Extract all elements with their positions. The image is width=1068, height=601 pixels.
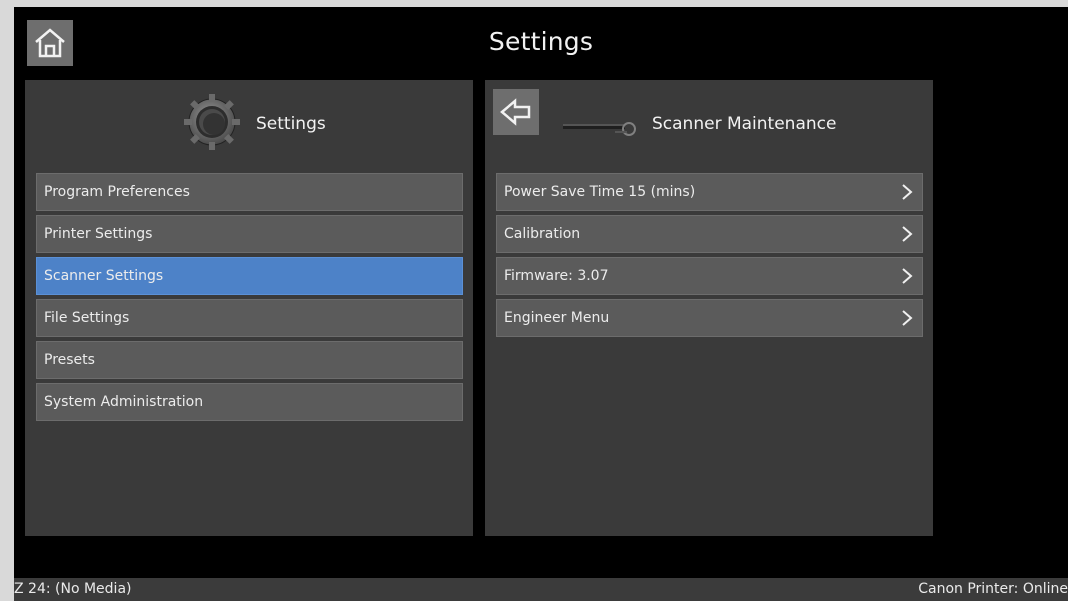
chevron-right-icon	[902, 226, 913, 242]
scanner-maintenance-header: Scanner Maintenance	[485, 80, 933, 166]
menu-item-calibration[interactable]: Calibration	[496, 215, 923, 253]
menu-item-engineer-menu[interactable]: Engineer Menu	[496, 299, 923, 337]
chevron-right-icon	[902, 310, 913, 326]
menu-item-label: Program Preferences	[44, 184, 190, 200]
menu-item-label: File Settings	[44, 310, 130, 326]
gear-icon	[183, 93, 241, 151]
settings-panel-title: Settings	[256, 114, 326, 134]
chevron-right-icon	[902, 268, 913, 284]
settings-panel: Settings Program Preferences Printer Set…	[25, 80, 473, 536]
menu-item-program-preferences[interactable]: Program Preferences	[36, 173, 463, 211]
scanner-maintenance-icon	[563, 120, 643, 140]
menu-item-label: Scanner Settings	[44, 268, 164, 284]
menu-item-label: Calibration	[504, 226, 581, 242]
menu-item-power-save-time[interactable]: Power Save Time 15 (mins)	[496, 173, 923, 211]
menu-item-printer-settings[interactable]: Printer Settings	[36, 215, 463, 253]
page-title: Settings	[488, 27, 594, 56]
back-button[interactable]	[493, 89, 539, 135]
menu-item-label: Printer Settings	[44, 226, 153, 242]
menu-item-firmware[interactable]: Firmware: 3.07	[496, 257, 923, 295]
menu-item-presets[interactable]: Presets	[36, 341, 463, 379]
settings-menu-list: Program Preferences Printer Settings Sca…	[36, 173, 463, 425]
menu-item-label: Presets	[44, 352, 95, 368]
scanner-maintenance-title: Scanner Maintenance	[652, 114, 837, 134]
top-bar: Settings	[14, 7, 1068, 80]
printer-status: Canon Printer: Online	[918, 581, 1068, 597]
settings-panel-header: Settings	[25, 80, 473, 166]
menu-item-scanner-settings[interactable]: Scanner Settings	[36, 257, 463, 295]
menu-item-file-settings[interactable]: File Settings	[36, 299, 463, 337]
back-arrow-icon	[500, 98, 531, 126]
media-status: Z 24: (No Media)	[14, 581, 132, 597]
menu-item-label: Power Save Time 15 (mins)	[504, 184, 696, 200]
app-window: Settings Settings Program Preferences Pr…	[14, 7, 1068, 601]
chevron-right-icon	[902, 184, 913, 200]
menu-item-label: Engineer Menu	[504, 310, 610, 326]
status-bar: Z 24: (No Media) Canon Printer: Online	[14, 578, 1068, 601]
menu-item-label: Firmware: 3.07	[504, 268, 609, 284]
scanner-maintenance-panel: Scanner Maintenance Power Save Time 15 (…	[485, 80, 933, 536]
maintenance-menu-list: Power Save Time 15 (mins) Calibration Fi…	[496, 173, 923, 341]
menu-item-system-administration[interactable]: System Administration	[36, 383, 463, 421]
menu-item-label: System Administration	[44, 394, 204, 410]
